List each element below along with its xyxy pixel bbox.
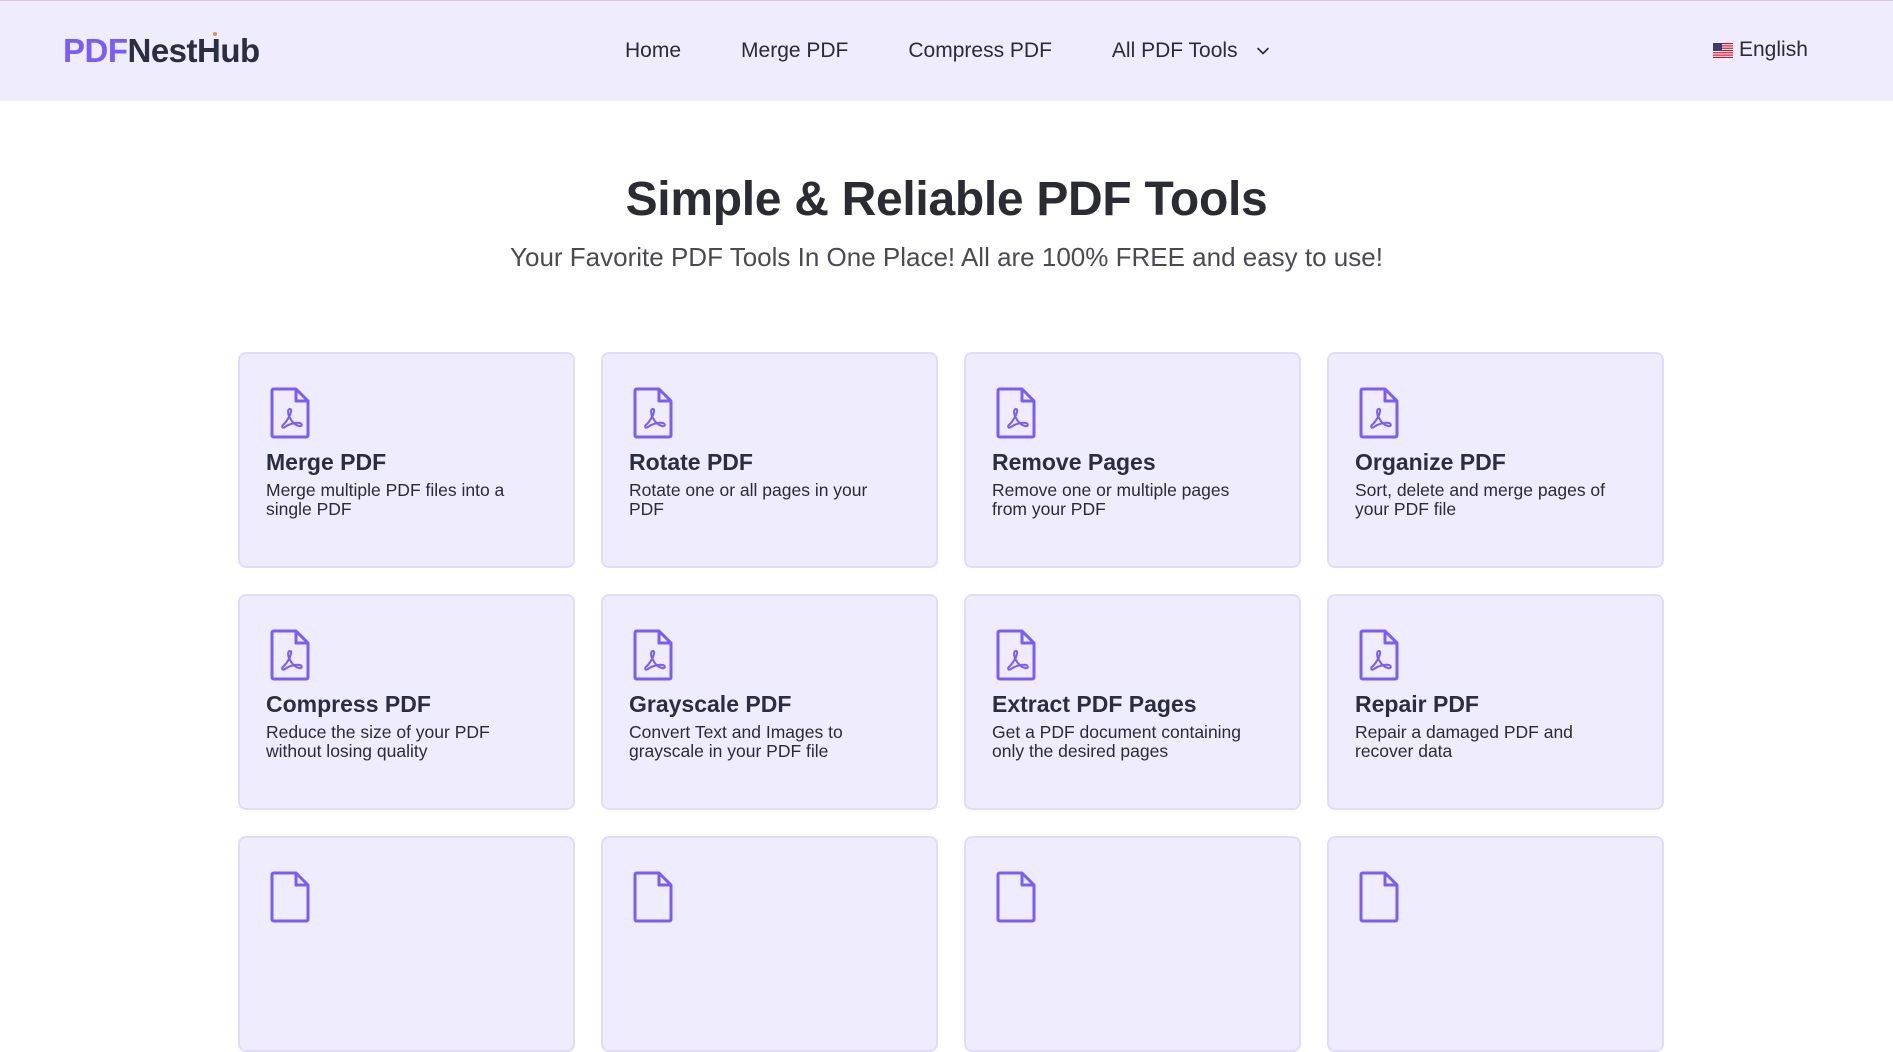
pdf-file-icon: [270, 629, 310, 681]
page-title: Simple & Reliable PDF Tools: [625, 173, 1268, 226]
tools-grid: Merge PDF Merge multiple PDF files into …: [238, 352, 1664, 1052]
language-label: English: [1739, 38, 1808, 61]
tool-card-title: Repair PDF: [1355, 691, 1479, 717]
nav-merge-pdf[interactable]: Merge PDF: [741, 38, 848, 64]
tool-card-title: Merge PDF: [266, 449, 387, 475]
chevron-down-icon: [1256, 47, 1269, 55]
nav-all-pdf-tools-label: All PDF Tools: [1111, 39, 1238, 62]
tool-card[interactable]: [601, 836, 938, 1052]
site-logo[interactable]: PDFNestHub: [63, 31, 260, 71]
tool-card[interactable]: [238, 836, 575, 1052]
pdf-file-icon: [270, 387, 310, 439]
nav-all-pdf-tools[interactable]: All PDF Tools: [1112, 38, 1270, 64]
us-flag-icon: [1713, 42, 1733, 58]
nav-home[interactable]: Home: [625, 38, 681, 64]
tool-card-description: Sort, delete and merge pages of your PDF…: [1355, 480, 1606, 519]
tool-card-description: Merge multiple PDF files into a single P…: [266, 480, 505, 519]
tool-card-rotate-pdf[interactable]: Rotate PDF Rotate one or all pages in yo…: [601, 352, 938, 568]
tool-card-title: Remove Pages: [992, 449, 1156, 475]
pdf-file-icon: [270, 871, 310, 923]
language-selector[interactable]: English: [1713, 38, 1808, 62]
tool-card-description: Repair a damaged PDF and recover data: [1355, 722, 1573, 761]
top-header: PDFNestHub Home Merge PDF Compress PDF A…: [0, 0, 1893, 101]
pdf-file-icon: [1359, 629, 1399, 681]
tool-card-description: Get a PDF document containing only the d…: [992, 722, 1242, 761]
tool-card-title: Extract PDF Pages: [992, 691, 1197, 717]
tool-card-description: Rotate one or all pages in your PDF: [629, 480, 868, 519]
tool-card-remove-pages[interactable]: Remove Pages Remove one or multiple page…: [964, 352, 1301, 568]
pdf-file-icon: [1359, 871, 1399, 923]
pdf-file-icon: [633, 629, 673, 681]
pdf-file-icon: [1359, 387, 1399, 439]
tool-card-compress-pdf[interactable]: Compress PDF Reduce the size of your PDF…: [238, 594, 575, 810]
pdf-file-icon: [633, 387, 673, 439]
logo-pdf-text: PDF: [63, 32, 128, 69]
pdf-file-icon: [996, 387, 1036, 439]
tool-card-description: Remove one or multiple pages from your P…: [992, 480, 1230, 519]
tool-card-grayscale-pdf[interactable]: Grayscale PDF Convert Text and Images to…: [601, 594, 938, 810]
pdf-file-icon: [996, 629, 1036, 681]
tool-card-title: Organize PDF: [1355, 449, 1506, 475]
tool-card-title: Compress PDF: [266, 691, 431, 717]
tool-card[interactable]: [964, 836, 1301, 1052]
pdf-file-icon: [633, 871, 673, 923]
logo-dot: [213, 32, 217, 36]
nav-compress-pdf[interactable]: Compress PDF: [908, 38, 1052, 64]
tool-card-description: Convert Text and Images to grayscale in …: [629, 722, 843, 761]
page-subtitle: Your Favorite PDF Tools In One Place! Al…: [510, 242, 1383, 272]
main-nav: Home Merge PDF Compress PDF All PDF Tool…: [625, 38, 1330, 64]
tool-card-merge-pdf[interactable]: Merge PDF Merge multiple PDF files into …: [238, 352, 575, 568]
tool-card-organize-pdf[interactable]: Organize PDF Sort, delete and merge page…: [1327, 352, 1664, 568]
tool-card[interactable]: [1327, 836, 1664, 1052]
tool-card-description: Reduce the size of your PDF without losi…: [266, 722, 490, 761]
logo-nesthub-text: NestHub: [127, 32, 261, 69]
tool-card-title: Rotate PDF: [629, 449, 753, 475]
tool-card-extract-pdf-pages[interactable]: Extract PDF Pages Get a PDF document con…: [964, 594, 1301, 810]
pdf-file-icon: [996, 871, 1036, 923]
tool-card-repair-pdf[interactable]: Repair PDF Repair a damaged PDF and reco…: [1327, 594, 1664, 810]
tool-card-title: Grayscale PDF: [629, 691, 792, 717]
